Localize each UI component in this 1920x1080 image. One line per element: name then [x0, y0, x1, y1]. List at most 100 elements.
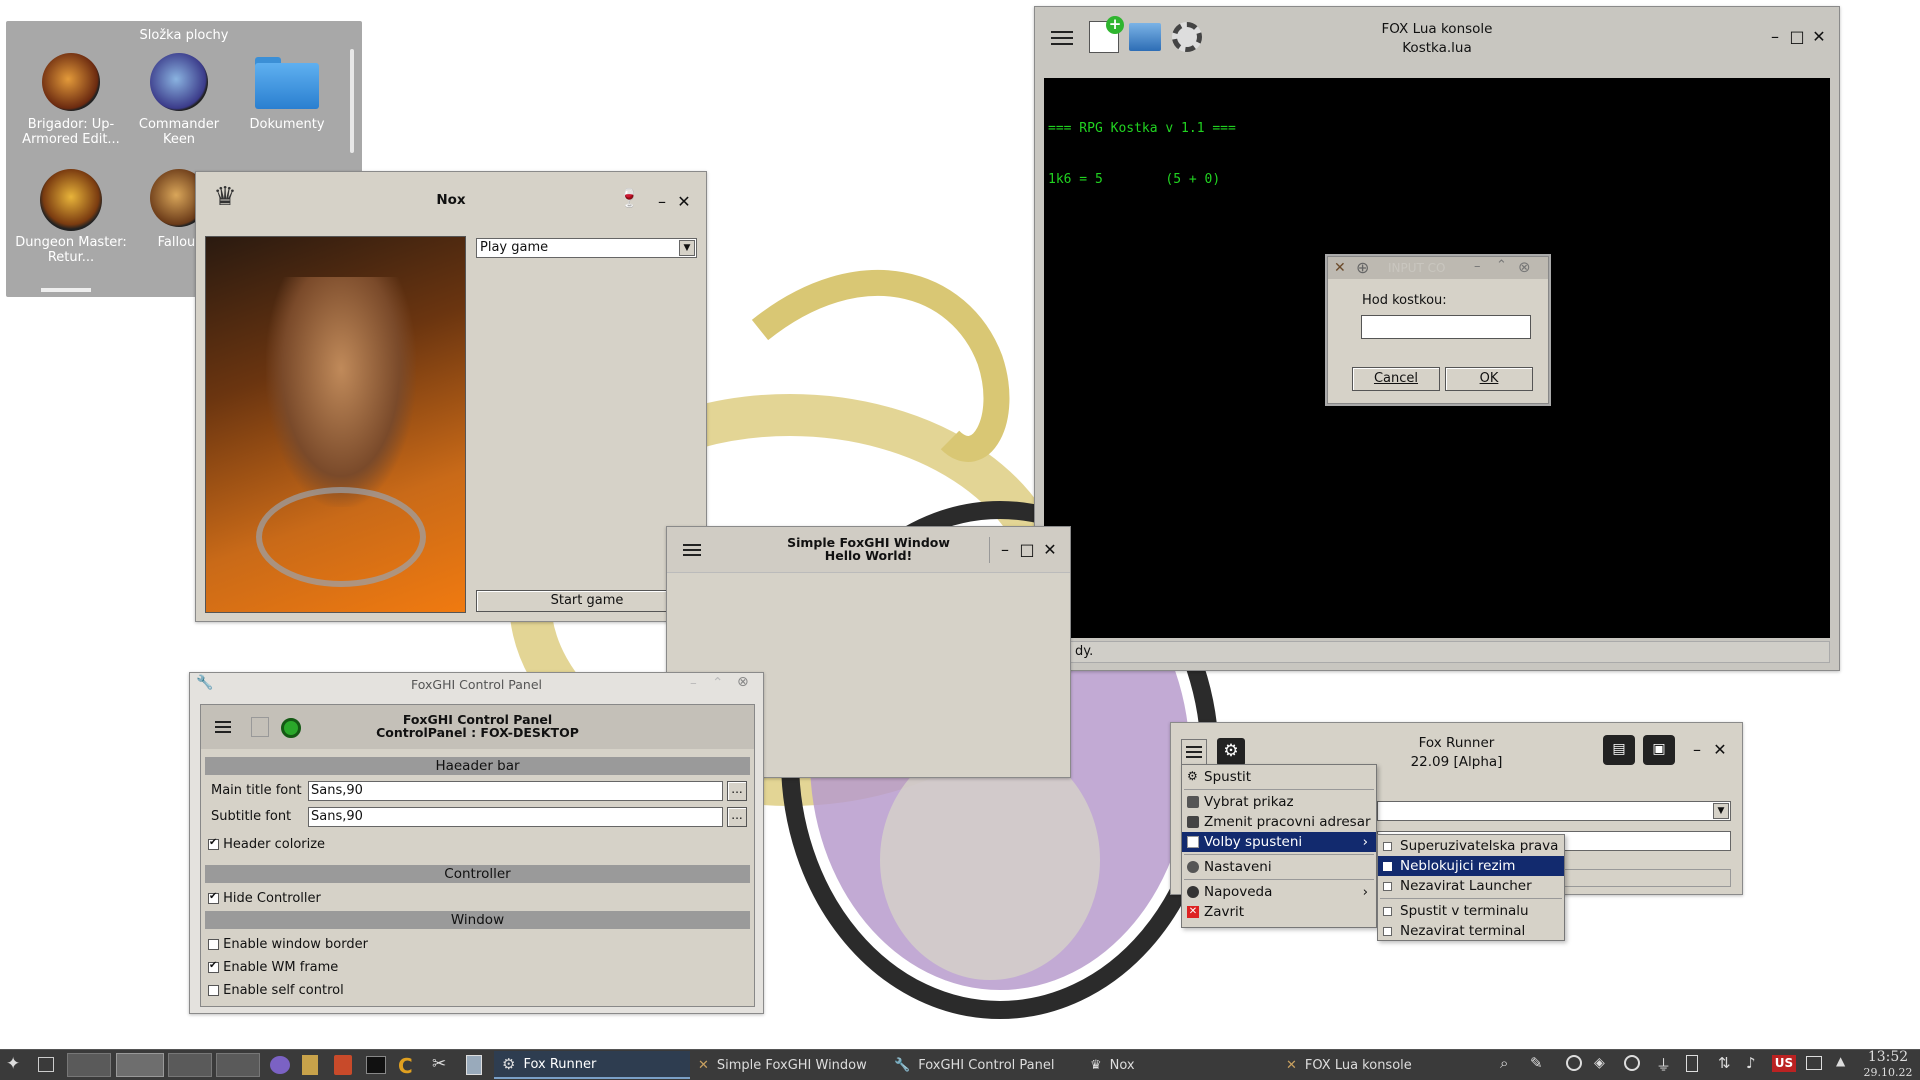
- close-button[interactable]: ✕: [676, 192, 692, 211]
- minimize-button[interactable]: –: [654, 192, 670, 211]
- usb-tray-icon[interactable]: ⏚: [1656, 1054, 1671, 1075]
- clipboard-tray-icon[interactable]: [1686, 1055, 1698, 1072]
- header-colorize-option[interactable]: Header colorize: [208, 837, 325, 852]
- option-neblokujici-rezim[interactable]: Neblokujici rezim: [1378, 856, 1564, 876]
- display-tray-icon[interactable]: [1806, 1056, 1822, 1070]
- binoculars-tray-icon[interactable]: ⌕: [1500, 1054, 1508, 1072]
- menu-item-zmenit-adresar[interactable]: Zmenit pracovni adresar: [1182, 812, 1376, 832]
- editor-launcher-icon[interactable]: [334, 1055, 352, 1075]
- c-launcher-icon[interactable]: C: [398, 1054, 418, 1078]
- workspace-3[interactable]: [168, 1053, 212, 1077]
- wine-icon[interactable]: 🍷: [618, 188, 640, 209]
- network-tray-icon[interactable]: ⇅: [1718, 1054, 1731, 1072]
- maximize-button[interactable]: □: [1789, 27, 1805, 46]
- task-fox-lua-konsole[interactable]: ✕ FOX Lua konsole: [1282, 1051, 1472, 1079]
- show-desktop-icon[interactable]: [38, 1057, 54, 1072]
- nox-mode-select[interactable]: Play game ▼: [476, 238, 697, 258]
- enable-wm-option[interactable]: Enable WM frame: [208, 960, 338, 975]
- close-button[interactable]: ✕: [1811, 27, 1827, 46]
- option-nezavirat-launcher[interactable]: Nezavirat Launcher: [1378, 876, 1564, 896]
- clock-time[interactable]: 13:52: [1858, 1050, 1918, 1065]
- menu-item-zavrit[interactable]: ✕ Zavrit: [1182, 902, 1376, 922]
- terminal-launcher-icon[interactable]: [366, 1056, 386, 1074]
- workspace-1[interactable]: [67, 1053, 111, 1077]
- discord-launcher-icon[interactable]: [270, 1056, 290, 1074]
- close-button[interactable]: ⊗: [737, 674, 749, 690]
- enable-wm-checkbox[interactable]: [208, 960, 219, 973]
- workspace-4[interactable]: [216, 1053, 260, 1077]
- shade-button[interactable]: ⌃: [1496, 258, 1507, 273]
- desktop-icon-commander-keen[interactable]: Commander Keen: [122, 53, 236, 147]
- pause-tray-icon[interactable]: [1624, 1055, 1640, 1071]
- ok-button[interactable]: OK: [1445, 367, 1533, 391]
- close-button[interactable]: ⊗: [1518, 258, 1531, 276]
- option-checkbox[interactable]: [1383, 862, 1392, 871]
- task-fox-runner[interactable]: ⚙ Fox Runner: [494, 1051, 690, 1079]
- library-launcher-icon[interactable]: [302, 1055, 318, 1075]
- desktop-icon-brigador[interactable]: Brigador: Up-Armored Edit...: [14, 53, 128, 147]
- minimize-button[interactable]: –: [1474, 259, 1481, 274]
- start-menu-icon[interactable]: ✦: [6, 1054, 24, 1076]
- launcher-icon[interactable]: ▣: [1643, 735, 1675, 765]
- enable-self-checkbox[interactable]: [208, 985, 219, 996]
- option-checkbox[interactable]: [1383, 927, 1392, 936]
- minimize-button[interactable]: –: [690, 675, 697, 691]
- hide-controller-checkbox[interactable]: [208, 891, 219, 904]
- keyboard-layout-indicator[interactable]: US: [1772, 1055, 1796, 1072]
- menu-item-volby-spusteni[interactable]: Volby spusteni ›: [1182, 832, 1376, 852]
- chevron-down-icon[interactable]: ▼: [1713, 803, 1729, 819]
- option-nezavirat-terminal[interactable]: Nezavirat terminal: [1378, 921, 1564, 941]
- pin-icon[interactable]: ⊕: [1356, 258, 1369, 277]
- wm-titlebar: 🔧 FoxGHI Control Panel – ⌃ ⊗: [190, 673, 763, 695]
- main-font-field[interactable]: Sans,90: [308, 781, 723, 801]
- tray-expand-icon[interactable]: ▲: [1836, 1054, 1845, 1068]
- chevron-down-icon[interactable]: ▼: [679, 240, 695, 256]
- menu-item-napoveda[interactable]: Napoveda ›: [1182, 882, 1376, 902]
- desktop-icon-dokumenty[interactable]: Dokumenty: [230, 53, 344, 132]
- option-spustit-v-terminalu[interactable]: Spustit v terminalu: [1378, 901, 1564, 921]
- shade-button[interactable]: ⌃: [712, 675, 723, 691]
- command-select[interactable]: ▼: [1377, 801, 1731, 821]
- menu-item-vybrat-prikaz[interactable]: Vybrat prikaz: [1182, 792, 1376, 812]
- subtitle-font-browse-button[interactable]: ...: [727, 807, 747, 827]
- folder-icon: [255, 57, 319, 109]
- dice-input[interactable]: [1361, 315, 1531, 339]
- minimize-button[interactable]: –: [995, 540, 1015, 559]
- subtitle-font-field[interactable]: Sans,90: [308, 807, 723, 827]
- volume-tray-icon[interactable]: ♪: [1746, 1054, 1756, 1072]
- header-colorize-checkbox[interactable]: [208, 837, 219, 850]
- task-nox[interactable]: ♛ Nox: [1086, 1051, 1276, 1079]
- option-checkbox[interactable]: [1383, 842, 1392, 851]
- hide-controller-option[interactable]: Hide Controller: [208, 891, 321, 906]
- minimize-button[interactable]: –: [1689, 740, 1705, 759]
- edit-tray-icon[interactable]: ✎: [1530, 1054, 1543, 1072]
- task-simple-foxghi-window[interactable]: ✕ Simple FoxGHI Window: [694, 1051, 890, 1079]
- enable-self-option[interactable]: Enable self control: [208, 983, 344, 998]
- option-label: Hide Controller: [223, 891, 321, 906]
- task-foxghi-control-panel[interactable]: 🔧 FoxGHI Control Panel: [890, 1051, 1086, 1079]
- menu-item-nastaveni[interactable]: Nastaveni: [1182, 857, 1376, 877]
- option-checkbox[interactable]: [1383, 882, 1392, 891]
- cancel-button[interactable]: Cancel: [1352, 367, 1440, 391]
- main-font-browse-button[interactable]: ...: [727, 781, 747, 801]
- option-superuzivatelska-prava[interactable]: Superuzivatelska prava: [1378, 836, 1564, 856]
- enable-border-option[interactable]: Enable window border: [208, 937, 368, 952]
- tools-launcher-icon[interactable]: ✂: [432, 1054, 452, 1076]
- menu-item-spustit[interactable]: ⚙ Spustit: [1182, 767, 1376, 787]
- workspace-2[interactable]: [116, 1053, 164, 1077]
- calculator-launcher-icon[interactable]: [466, 1055, 482, 1075]
- enable-border-checkbox[interactable]: [208, 939, 219, 950]
- terminal-icon[interactable]: ▤: [1603, 735, 1635, 765]
- settings-tray-icon[interactable]: [1566, 1055, 1582, 1071]
- desktop-hscroll[interactable]: [41, 288, 91, 292]
- minimize-button[interactable]: –: [1767, 27, 1783, 46]
- option-checkbox[interactable]: [1383, 907, 1392, 916]
- close-button[interactable]: ✕: [1712, 740, 1728, 759]
- clock-date: 29.10.22: [1863, 1066, 1913, 1079]
- start-game-button[interactable]: Start game: [476, 590, 698, 612]
- desktop-scrollbar[interactable]: [350, 49, 354, 153]
- desktop-icon-dungeon-master[interactable]: Dungeon Master: Retur...: [14, 169, 128, 265]
- maximize-button[interactable]: □: [1017, 540, 1037, 559]
- close-button[interactable]: ✕: [1040, 540, 1060, 559]
- layers-tray-icon[interactable]: ◈: [1594, 1055, 1605, 1071]
